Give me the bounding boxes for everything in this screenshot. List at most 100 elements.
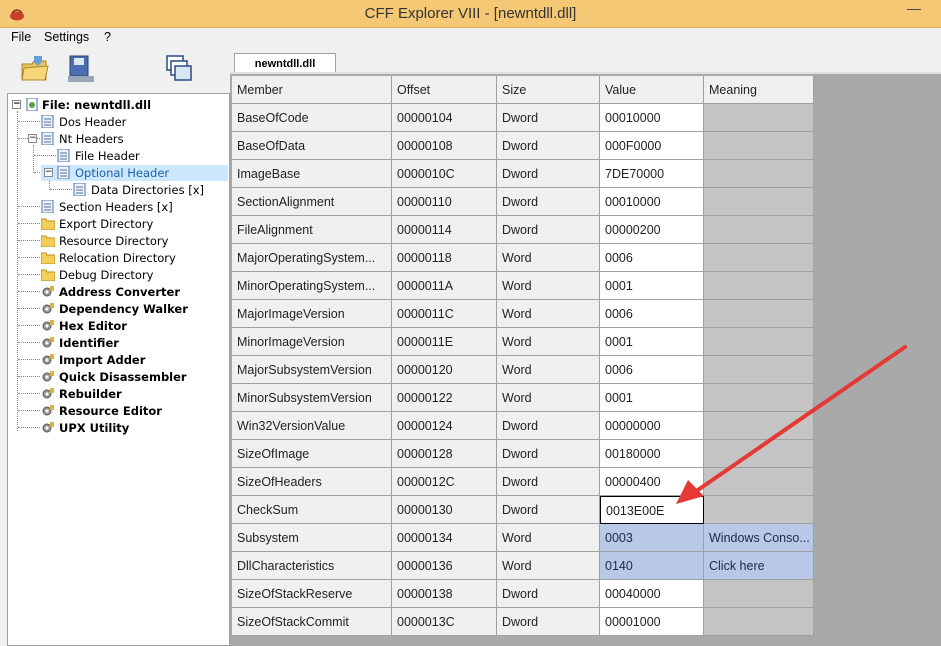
tree-item-label: Nt Headers xyxy=(59,132,124,146)
optional-header-table: Member Offset Size Value Meaning BaseOfCode 00… xyxy=(230,74,941,646)
table-row[interactable]: FileAlignment 00000114 Dword 00000200 xyxy=(232,216,814,244)
table-row[interactable]: BaseOfData 00000108 Dword 000F0000 xyxy=(232,132,814,160)
size-cell: Dword xyxy=(497,132,600,160)
open-file-icon[interactable] xyxy=(18,52,52,86)
value-cell[interactable]: 00001000 xyxy=(600,608,704,636)
tree-item-identifier[interactable]: Identifier xyxy=(8,335,228,351)
tree-item-rebuilder[interactable]: Rebuilder xyxy=(8,386,228,402)
offset-cell: 00000134 xyxy=(392,524,497,552)
value-cell[interactable]: 00010000 xyxy=(600,188,704,216)
tree-item-address-converter[interactable]: Address Converter xyxy=(8,284,228,300)
gear-tool-icon xyxy=(42,371,54,382)
tree-item-resource-editor[interactable]: Resource Editor xyxy=(8,403,228,419)
meaning-cell[interactable]: Click here xyxy=(704,552,814,580)
value-cell[interactable]: 0140 xyxy=(600,552,704,580)
tree-item-upx-utility[interactable]: UPX Utility xyxy=(8,420,228,436)
gear-tool-icon xyxy=(42,337,54,348)
tree-item-label: Debug Directory xyxy=(59,268,154,282)
value-cell[interactable]: 0001 xyxy=(600,384,704,412)
size-cell: Word xyxy=(497,300,600,328)
minimize-button[interactable]: — xyxy=(903,0,925,18)
tree-item-file-header[interactable]: File Header xyxy=(8,148,228,164)
tree-item-relocation-directory[interactable]: Relocation Directory xyxy=(8,250,228,266)
tree-item-section-headers[interactable]: Section Headers [x] xyxy=(8,199,228,215)
value-cell[interactable]: 000F0000 xyxy=(600,132,704,160)
windows-icon[interactable] xyxy=(163,52,197,86)
member-cell: Win32VersionValue xyxy=(232,412,392,440)
column-header-value[interactable]: Value xyxy=(600,76,704,104)
offset-cell: 0000010C xyxy=(392,160,497,188)
tree-item-data-directories[interactable]: Data Directories [x] xyxy=(8,182,228,198)
value-cell[interactable]: 00040000 xyxy=(600,580,704,608)
menu-settings[interactable]: Settings xyxy=(44,30,89,44)
table-row[interactable]: SizeOfImage 00000128 Dword 00180000 xyxy=(232,440,814,468)
size-cell: Word xyxy=(497,524,600,552)
value-cell[interactable]: 0013E00E xyxy=(600,496,704,524)
tree-item-dependency-walker[interactable]: Dependency Walker xyxy=(8,301,228,317)
collapse-icon[interactable]: − xyxy=(28,134,37,143)
table-row[interactable]: SizeOfStackCommit 0000013C Dword 00001000 xyxy=(232,608,814,636)
table-row[interactable]: CheckSum 00000130 Dword 0013E00E xyxy=(232,496,814,524)
table-row[interactable]: ImageBase 0000010C Dword 7DE70000 xyxy=(232,160,814,188)
tree-item-dos-header[interactable]: Dos Header xyxy=(8,114,228,130)
size-cell: Dword xyxy=(497,608,600,636)
value-cell[interactable]: 0006 xyxy=(600,244,704,272)
offset-cell: 00000130 xyxy=(392,496,497,524)
table-row[interactable]: SizeOfStackReserve 00000138 Dword 00040000 xyxy=(232,580,814,608)
meaning-cell[interactable]: Windows Conso... xyxy=(704,524,814,552)
table-row[interactable]: MinorOperatingSystem... 0000011A Word 0001 xyxy=(232,272,814,300)
member-cell: SectionAlignment xyxy=(232,188,392,216)
value-cell[interactable]: 00000400 xyxy=(600,468,704,496)
collapse-icon[interactable]: − xyxy=(44,168,53,177)
tree-item-export-directory[interactable]: Export Directory xyxy=(8,216,228,232)
gear-tool-icon xyxy=(42,320,54,331)
table-row[interactable]: MajorSubsystemVersion 00000120 Word 0006 xyxy=(232,356,814,384)
value-cell[interactable]: 0001 xyxy=(600,328,704,356)
value-cell[interactable]: 0006 xyxy=(600,356,704,384)
table-row[interactable]: BaseOfCode 00000104 Dword 00010000 xyxy=(232,104,814,132)
menu-help[interactable]: ? xyxy=(104,30,111,44)
tree-item-resource-directory[interactable]: Resource Directory xyxy=(8,233,228,249)
tree-item-nt-headers[interactable]: − Nt Headers xyxy=(8,131,228,147)
size-cell: Word xyxy=(497,356,600,384)
offset-cell: 00000104 xyxy=(392,104,497,132)
tree-item-quick-disassembler[interactable]: Quick Disassembler xyxy=(8,369,228,385)
table-row[interactable]: Win32VersionValue 00000124 Dword 00000000 xyxy=(232,412,814,440)
collapse-icon[interactable]: − xyxy=(12,100,21,109)
value-cell[interactable]: 7DE70000 xyxy=(600,160,704,188)
save-disk-icon[interactable] xyxy=(64,52,98,86)
column-header-member[interactable]: Member xyxy=(232,76,392,104)
tree-item-debug-directory[interactable]: Debug Directory xyxy=(8,267,228,283)
menu-file[interactable]: File xyxy=(11,30,31,44)
table-row[interactable]: MinorImageVersion 0000011E Word 0001 xyxy=(232,328,814,356)
column-header-offset[interactable]: Offset xyxy=(392,76,497,104)
value-cell[interactable]: 00010000 xyxy=(600,104,704,132)
tree-item-file[interactable]: − File: newntdll.dll xyxy=(8,97,228,113)
tree-item-label: Dos Header xyxy=(59,115,127,129)
tree-item-hex-editor[interactable]: Hex Editor xyxy=(8,318,228,334)
tree-item-optional-header[interactable]: − Optional Header xyxy=(8,165,228,181)
toolbar xyxy=(0,48,230,92)
table-row[interactable]: SizeOfHeaders 0000012C Dword 00000400 xyxy=(232,468,814,496)
meaning-cell xyxy=(704,580,814,608)
value-cell[interactable]: 0006 xyxy=(600,300,704,328)
meaning-cell xyxy=(704,468,814,496)
meaning-cell xyxy=(704,272,814,300)
value-cell[interactable]: 00180000 xyxy=(600,440,704,468)
table-row[interactable]: DllCharacteristics 00000136 Word 0140 Click … xyxy=(232,552,814,580)
table-row[interactable]: MinorSubsystemVersion 00000122 Word 0001 xyxy=(232,384,814,412)
table-row[interactable]: Subsystem 00000134 Word 0003 Windows Conso..… xyxy=(232,524,814,552)
column-header-meaning[interactable]: Meaning xyxy=(704,76,814,104)
meaning-cell xyxy=(704,104,814,132)
value-cell[interactable]: 0003 xyxy=(600,524,704,552)
column-header-size[interactable]: Size xyxy=(497,76,600,104)
value-cell[interactable]: 00000000 xyxy=(600,412,704,440)
table-row[interactable]: MajorImageVersion 0000011C Word 0006 xyxy=(232,300,814,328)
table-row[interactable]: SectionAlignment 00000110 Dword 00010000 xyxy=(232,188,814,216)
value-cell[interactable]: 0001 xyxy=(600,272,704,300)
value-cell[interactable]: 00000200 xyxy=(600,216,704,244)
meaning-cell xyxy=(704,356,814,384)
tree-item-import-adder[interactable]: Import Adder xyxy=(8,352,228,368)
tree-item-label: Optional Header xyxy=(71,165,174,181)
table-row[interactable]: MajorOperatingSystem... 00000118 Word 0006 xyxy=(232,244,814,272)
